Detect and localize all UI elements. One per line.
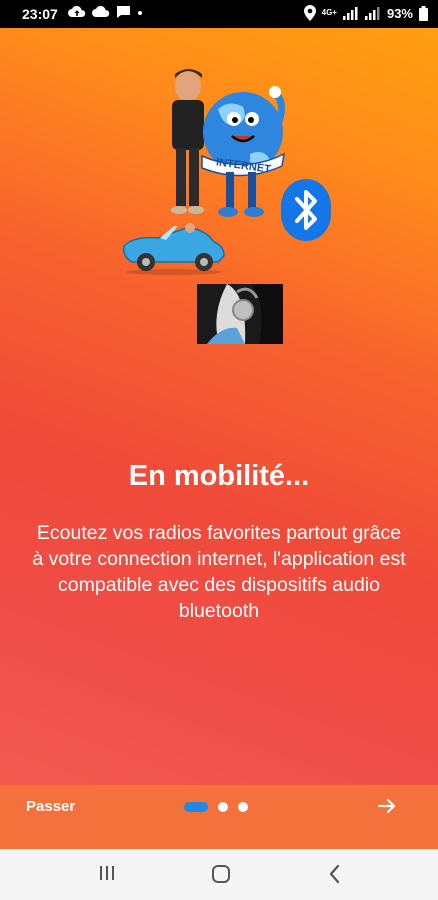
system-nav-bar (0, 849, 438, 900)
page-dot-active (184, 802, 208, 812)
home-icon[interactable] (210, 863, 232, 885)
status-bar: 23:07 4G+ 93% (0, 0, 438, 28)
cloud-upload-icon (68, 5, 86, 17)
location-icon (303, 5, 316, 21)
recent-apps-icon[interactable] (97, 863, 117, 883)
headphones-photo (197, 284, 283, 344)
internet-globe-illustration: INTERNET (171, 69, 285, 217)
bluetooth-icon (281, 179, 331, 241)
status-time: 23:07 (22, 6, 58, 22)
chat-icon (117, 6, 130, 18)
skip-button[interactable]: Passer (26, 798, 75, 815)
network-type-label: 4G+ (321, 8, 337, 17)
battery-percent: 93% (386, 5, 413, 21)
onboarding-footer: Passer (0, 785, 438, 849)
slide-description: Ecoutez vos radios favorites partout grâ… (32, 522, 406, 622)
signal-icon (342, 7, 358, 20)
system-icons: 4G+ 93% (303, 5, 428, 21)
dot-icon (138, 11, 142, 15)
convertible-car-illustration (122, 223, 225, 275)
page-dot (238, 802, 248, 812)
back-icon[interactable] (326, 863, 344, 885)
onboarding-slide: INTERNET En mobilité... Ecoutez vos radi… (0, 28, 438, 785)
page-indicator (184, 802, 248, 812)
battery-icon (419, 5, 428, 21)
signal-icon-2 (364, 7, 380, 20)
notification-icons (68, 5, 143, 19)
page-dot (218, 802, 228, 812)
cloud-icon (92, 5, 110, 17)
next-arrow-icon[interactable] (376, 795, 398, 817)
slide-title: En mobilité... (128, 460, 310, 492)
